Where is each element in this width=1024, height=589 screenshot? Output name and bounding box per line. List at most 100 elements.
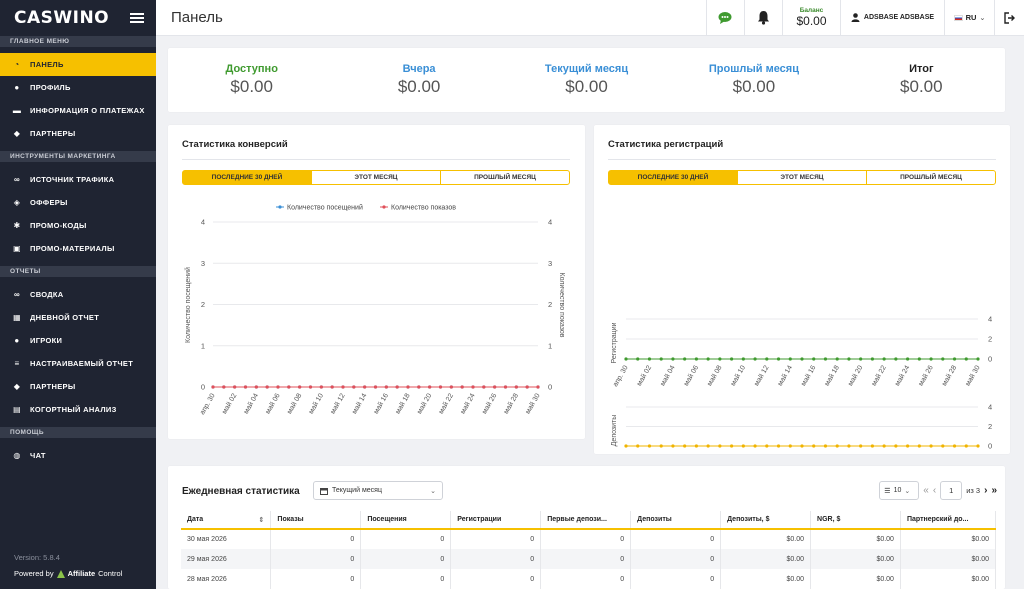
data-point xyxy=(823,357,828,361)
next-page-icon[interactable]: › xyxy=(984,485,987,496)
data-point xyxy=(659,357,663,361)
sidebar-item[interactable]: ◍ ЧАТ xyxy=(0,444,156,467)
table-cell: $0.00 xyxy=(810,549,901,569)
column-header[interactable]: Посещения xyxy=(360,511,452,530)
user-menu[interactable]: ADSBASE ADSBASE xyxy=(840,0,944,36)
data-point xyxy=(647,357,652,361)
tab-last-month[interactable]: ПРОШЛЫЙ МЕСЯЦ xyxy=(440,171,569,184)
sidebar-item[interactable]: ◆ ПАРТНЕРЫ xyxy=(0,122,156,145)
tab-last-30-days[interactable]: ПОСЛЕДНИЕ 30 ДНЕЙ xyxy=(609,171,737,184)
first-page-icon[interactable]: « xyxy=(923,485,929,496)
data-point xyxy=(835,357,839,361)
version-text: Version: 5.8.4 xyxy=(14,553,60,562)
table-cell: $0.00 xyxy=(720,549,812,569)
tab-last-month[interactable]: ПРОШЛЫЙ МЕСЯЦ xyxy=(866,171,995,184)
sidebar-item[interactable]: ◆ ПАРТНЕРЫ xyxy=(0,375,156,398)
x-tick-label: май 02 xyxy=(635,451,653,452)
x-tick-label: май 18 xyxy=(823,364,841,387)
data-point xyxy=(823,444,828,448)
sort-icon[interactable]: ⇕ xyxy=(259,516,265,524)
data-point xyxy=(671,444,675,448)
column-header[interactable]: Регистрации xyxy=(450,511,542,530)
summary-value: $0.00 xyxy=(397,77,441,96)
table-cell: $0.00 xyxy=(900,549,997,569)
sidebar-item[interactable]: ▤ КОГОРТНЫЙ АНАЛИЗ xyxy=(0,398,156,421)
sidebar-item[interactable]: ◈ ОФФЕРЫ xyxy=(0,191,156,214)
data-point xyxy=(870,444,874,448)
column-header[interactable]: Показы xyxy=(270,511,362,530)
data-point xyxy=(788,357,792,361)
tab-this-month[interactable]: ЭТОТ МЕСЯЦ xyxy=(311,171,440,184)
summary-value: $0.00 xyxy=(565,77,608,96)
daily-stats-table: Дата ⇕ Показы Посещения Регистрации Первые д… xyxy=(181,511,997,589)
sidebar-item[interactable]: ∞ СВОДКА xyxy=(0,283,156,306)
table-cell: 0 xyxy=(630,549,722,569)
logout-button[interactable] xyxy=(994,0,1024,36)
column-header[interactable]: NGR, $ xyxy=(810,511,901,530)
summary-label: Вчера xyxy=(402,63,436,75)
tags-icon: ◈ xyxy=(13,198,21,207)
language-selector[interactable]: RU ⌄ xyxy=(944,0,994,36)
chat-button[interactable] xyxy=(706,0,744,36)
sidebar-item[interactable]: ● ПРОФИЛЬ xyxy=(0,76,156,99)
tab-this-month[interactable]: ЭТОТ МЕСЯЦ xyxy=(737,171,866,184)
column-header[interactable]: Партнерский до... xyxy=(900,511,997,530)
table-row[interactable]: 30 мая 2026 0 0 0 0 0 $0.00 $0.00 $0.00 xyxy=(181,529,997,549)
data-point xyxy=(976,357,980,361)
column-header[interactable]: Первые депози... xyxy=(540,511,632,530)
data-point xyxy=(298,385,302,389)
x-tick-label: май 04 xyxy=(659,451,677,452)
data-point xyxy=(847,444,851,448)
prev-page-icon[interactable]: ‹ xyxy=(933,485,936,496)
menu-toggle-icon[interactable] xyxy=(130,13,144,23)
sidebar-item[interactable]: ✱ ПРОМО-КОДЫ xyxy=(0,214,156,237)
table-row[interactable]: 28 мая 2026 0 0 0 0 0 $0.00 $0.00 $0.00 xyxy=(181,569,997,589)
data-point xyxy=(624,444,628,448)
sidebar: CASWINO ГЛАВНОЕ МЕНЮ ◔ ПАНЕЛЬ ● ПРОФИЛЬ ▬ ИНФО… xyxy=(0,0,156,589)
sidebar-item[interactable]: ◔ ПАНЕЛЬ xyxy=(0,53,156,76)
data-point xyxy=(859,357,863,361)
balance-value: $0.00 xyxy=(796,14,827,28)
x-tick-label: май 18 xyxy=(823,451,841,452)
x-tick-label: май 24 xyxy=(459,392,477,415)
list-icon: ☰ xyxy=(884,487,891,495)
x-tick-label: май 22 xyxy=(870,451,888,452)
sidebar-item[interactable]: ● ИГРОКИ xyxy=(0,329,156,352)
y-tick-label: 1 xyxy=(548,341,552,350)
app-logo[interactable]: CASWINO xyxy=(14,8,109,28)
data-point xyxy=(929,444,933,448)
data-point xyxy=(636,357,640,361)
table-cell: 0 xyxy=(450,549,542,569)
last-page-icon[interactable]: » xyxy=(991,485,997,496)
sidebar-item[interactable]: ∞ ИСТОЧНИК ТРАФИКА xyxy=(0,168,156,191)
x-tick-label: май 10 xyxy=(729,364,747,387)
x-tick-label: май 08 xyxy=(705,451,723,452)
page-input[interactable]: 1 xyxy=(940,481,963,500)
x-tick-label: май 10 xyxy=(307,392,325,415)
sidebar-item[interactable]: ≡ НАСТРАИВАЕМЫЙ ОТЧЕТ xyxy=(0,352,156,375)
powered-prefix: Powered by xyxy=(14,569,54,578)
sidebar-item-label: ПАРТНЕРЫ xyxy=(30,129,76,138)
sidebar-item-label: ПАРТНЕРЫ xyxy=(30,382,76,391)
column-header[interactable]: Депозиты xyxy=(630,511,722,530)
table-row[interactable]: 29 мая 2026 0 0 0 0 0 $0.00 $0.00 $0.00 xyxy=(181,549,997,569)
sidebar-item-label: НАСТРАИВАЕМЫЙ ОТЧЕТ xyxy=(30,359,134,368)
page-size-select[interactable]: ☰ 10 ⌄ xyxy=(879,481,920,500)
data-point xyxy=(730,357,734,361)
column-header[interactable]: Дата ⇕ xyxy=(181,511,272,530)
tab-last-30-days[interactable]: ПОСЛЕДНИЕ 30 ДНЕЙ xyxy=(183,171,311,184)
data-point xyxy=(428,385,432,389)
table-cell: 0 xyxy=(450,569,542,589)
data-point xyxy=(514,385,518,389)
y-tick-label: 2 xyxy=(201,300,205,309)
x-tick-label: май 30 xyxy=(964,364,982,387)
sidebar-item[interactable]: ▬ ИНФОРМАЦИЯ О ПЛАТЕЖАХ xyxy=(0,99,156,122)
column-header[interactable]: Депозиты, $ xyxy=(720,511,812,530)
notifications-button[interactable] xyxy=(744,0,782,36)
sidebar-item[interactable]: ▣ ПРОМО-МАТЕРИАЛЫ xyxy=(0,237,156,260)
period-select[interactable]: Текущий месяц ⌄ xyxy=(313,481,443,500)
x-tick-label: май 04 xyxy=(242,392,260,415)
data-point xyxy=(395,385,399,389)
data-point xyxy=(847,357,851,361)
sidebar-item[interactable]: ▦ ДНЕВНОЙ ОТЧЕТ xyxy=(0,306,156,329)
